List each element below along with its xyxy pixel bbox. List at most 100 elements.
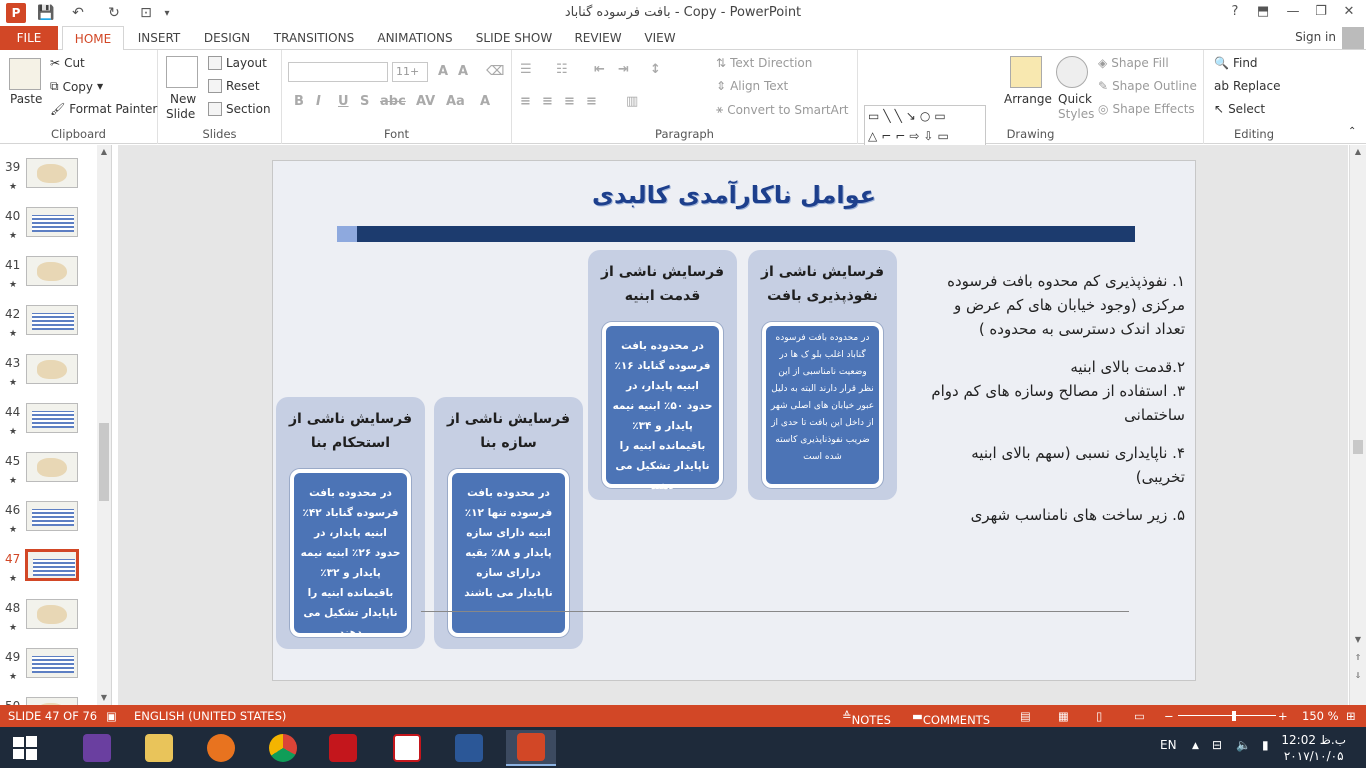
tab-view[interactable]: VIEW — [640, 26, 680, 50]
justify-icon[interactable]: ≡ — [586, 94, 597, 109]
zoom-out-icon[interactable]: − — [1164, 709, 1174, 723]
collapse-ribbon-icon[interactable]: ⌃ — [1348, 126, 1356, 137]
comments-button[interactable]: ▬ COMMENTS — [912, 709, 990, 727]
scroll-up-icon[interactable]: ▲ — [97, 145, 111, 159]
editor-scrollbar[interactable]: ▲ ▼ ⇑ ⇓ — [1349, 145, 1366, 705]
slide-thumbnail[interactable]: 39 ★ — [0, 158, 100, 206]
section-button[interactable]: Section — [208, 102, 271, 116]
factors-list[interactable]: ۱. نفوذپذیری کم محدوه بافت فرسوده مرکزی … — [923, 269, 1185, 535]
increase-indent-icon[interactable]: ⇥ — [618, 62, 629, 77]
columns-icon[interactable]: ▥ — [626, 94, 638, 109]
tab-design[interactable]: DESIGN — [200, 26, 254, 50]
zoom-slider[interactable] — [1178, 715, 1276, 716]
notes-button[interactable]: ≙ NOTES — [842, 709, 891, 727]
character-spacing-icon[interactable]: AV — [416, 94, 435, 109]
tab-slide-show[interactable]: SLIDE SHOW — [474, 26, 554, 50]
file-explorer-icon[interactable] — [134, 730, 184, 766]
sign-in-link[interactable]: Sign in — [1295, 30, 1336, 44]
reading-view-icon[interactable]: ▯ — [1096, 709, 1102, 723]
shrink-font-icon[interactable]: A — [458, 64, 468, 79]
line-spacing-icon[interactable]: ↕ — [650, 62, 661, 77]
slide-thumbnail[interactable]: 47 ★ — [0, 549, 100, 598]
column-building-strength[interactable]: فرسایش ناشی از استحکام بنا در محدوده باف… — [276, 397, 425, 649]
windows-start-icon[interactable] — [0, 730, 50, 766]
slide-thumbnail[interactable]: 43 ★ — [0, 354, 100, 402]
align-text-button[interactable]: ⇕ Align Text — [716, 79, 788, 93]
slide-thumbnail-image[interactable] — [26, 501, 78, 531]
bullets-icon[interactable]: ☰ — [520, 62, 532, 77]
scroll-down-icon[interactable]: ▼ — [97, 691, 111, 705]
cut-button[interactable]: ✂ Cut — [50, 56, 85, 70]
battery-icon[interactable]: ▮ — [1262, 738, 1269, 752]
slide-show-icon[interactable]: ▭ — [1134, 709, 1145, 723]
reset-button[interactable]: Reset — [208, 79, 260, 93]
slide-thumbnails-panel[interactable]: 39 ★ 40 ★ 41 ★ 42 ★ 43 ★ 44 ★ 45 ★ 46 ★ 47 ★ 48 ★ 49 ★ 50★ — [0, 145, 112, 705]
change-case-icon[interactable]: Aa — [446, 94, 465, 109]
zoom-level[interactable]: 150 % — [1302, 709, 1339, 723]
column-permeability[interactable]: فرسایش ناشی از نفوذپذیری بافت در محدوده … — [748, 250, 897, 500]
volume-icon[interactable]: 🔈 — [1236, 738, 1251, 752]
slide-thumbnail-image[interactable] — [26, 354, 78, 384]
paste-icon[interactable] — [9, 58, 41, 90]
proofing-icon[interactable]: ▣ — [106, 709, 117, 723]
tab-file[interactable]: FILE — [0, 26, 58, 50]
find-button[interactable]: 🔍 Find — [1214, 56, 1258, 70]
zoom-in-icon[interactable]: + — [1278, 709, 1288, 723]
underline-icon[interactable]: U — [338, 94, 349, 109]
thumbnails-scroll-thumb[interactable] — [99, 423, 109, 501]
text-direction-button[interactable]: ⇅ Text Direction — [716, 56, 812, 70]
replace-button[interactable]: ab Replace — [1214, 79, 1280, 93]
slide-thumbnail-image[interactable] — [26, 403, 78, 433]
current-slide[interactable]: عوامل ناکارآمدی کالبدی فرسایش ناشی از نف… — [272, 160, 1196, 681]
new-slide-icon[interactable] — [166, 56, 198, 88]
fit-slide-icon[interactable]: ⊞ — [1346, 709, 1356, 723]
word-icon[interactable] — [444, 730, 494, 766]
font-name-box[interactable] — [288, 62, 388, 82]
slide-thumbnail[interactable]: 46 ★ — [0, 501, 100, 549]
tab-home[interactable]: HOME — [62, 26, 124, 51]
align-center-icon[interactable]: ≡ — [542, 94, 553, 109]
grow-font-icon[interactable]: A — [438, 64, 448, 79]
font-size-box[interactable]: 11+ — [392, 62, 428, 82]
slide-thumbnail-image[interactable] — [26, 452, 78, 482]
tab-animations[interactable]: ANIMATIONS — [372, 26, 458, 50]
acrobat-icon[interactable] — [318, 730, 368, 766]
clock[interactable]: 12:02 ب.ظ ۲۰۱۷/۱۰/۰۵ — [1281, 732, 1346, 764]
slide-thumbnail-image[interactable] — [26, 697, 78, 705]
arrange-icon[interactable] — [1010, 56, 1042, 88]
strikethrough-icon[interactable]: abc — [380, 94, 406, 109]
account-avatar-icon[interactable] — [1342, 27, 1364, 49]
next-slide-icon[interactable]: ⇓ — [1351, 669, 1365, 683]
quick-styles-icon[interactable] — [1056, 56, 1088, 88]
slide-thumbnail-image[interactable] — [25, 549, 79, 581]
font-color-icon[interactable]: A — [480, 94, 490, 109]
slide-thumbnail[interactable]: 49 ★ — [0, 648, 100, 696]
language-indicator[interactable]: ENGLISH (UNITED STATES) — [134, 709, 286, 723]
slide-thumbnail-image[interactable] — [26, 207, 78, 237]
clear-formatting-icon[interactable]: ⌫ — [486, 64, 504, 79]
align-left-icon[interactable]: ≡ — [520, 94, 531, 109]
tab-transitions[interactable]: TRANSITIONS — [270, 26, 358, 50]
slide-thumbnail-image[interactable] — [26, 648, 78, 678]
zotero-icon[interactable] — [382, 730, 432, 766]
slide-thumbnail-image[interactable] — [26, 305, 78, 335]
input-language[interactable]: EN — [1160, 738, 1177, 752]
format-painter-button[interactable]: 🖌 Format Painter — [50, 102, 157, 116]
show-hidden-icons-icon[interactable]: ▲ — [1192, 741, 1199, 751]
shape-effects-button[interactable]: ◎ Shape Effects — [1098, 102, 1195, 116]
select-button[interactable]: ↖ Select — [1214, 102, 1265, 116]
slide-thumbnail[interactable]: 40 ★ — [0, 207, 100, 255]
previous-slide-icon[interactable]: ⇑ — [1351, 651, 1365, 665]
quick-styles-button-label[interactable]: Styles — [1058, 107, 1094, 121]
column-building-age[interactable]: فرسایش ناشی از قدمت ابنیه در محدوده بافت… — [588, 250, 737, 500]
slide-sorter-icon[interactable]: ▦ — [1058, 709, 1069, 723]
shape-outline-button[interactable]: ✎ Shape Outline — [1098, 79, 1197, 93]
close-button[interactable]: ✕ — [1338, 2, 1360, 22]
slide-title[interactable]: عوامل ناکارآمدی کالبدی — [273, 181, 1195, 209]
layout-button[interactable]: Layout — [208, 56, 267, 70]
arrange-button[interactable]: Arrange — [1004, 92, 1052, 106]
network-icon[interactable]: ⊟ — [1212, 738, 1222, 752]
new-slide-button[interactable]: New — [170, 92, 196, 106]
help-button[interactable]: ? — [1224, 2, 1246, 22]
chrome-icon[interactable] — [258, 730, 308, 766]
